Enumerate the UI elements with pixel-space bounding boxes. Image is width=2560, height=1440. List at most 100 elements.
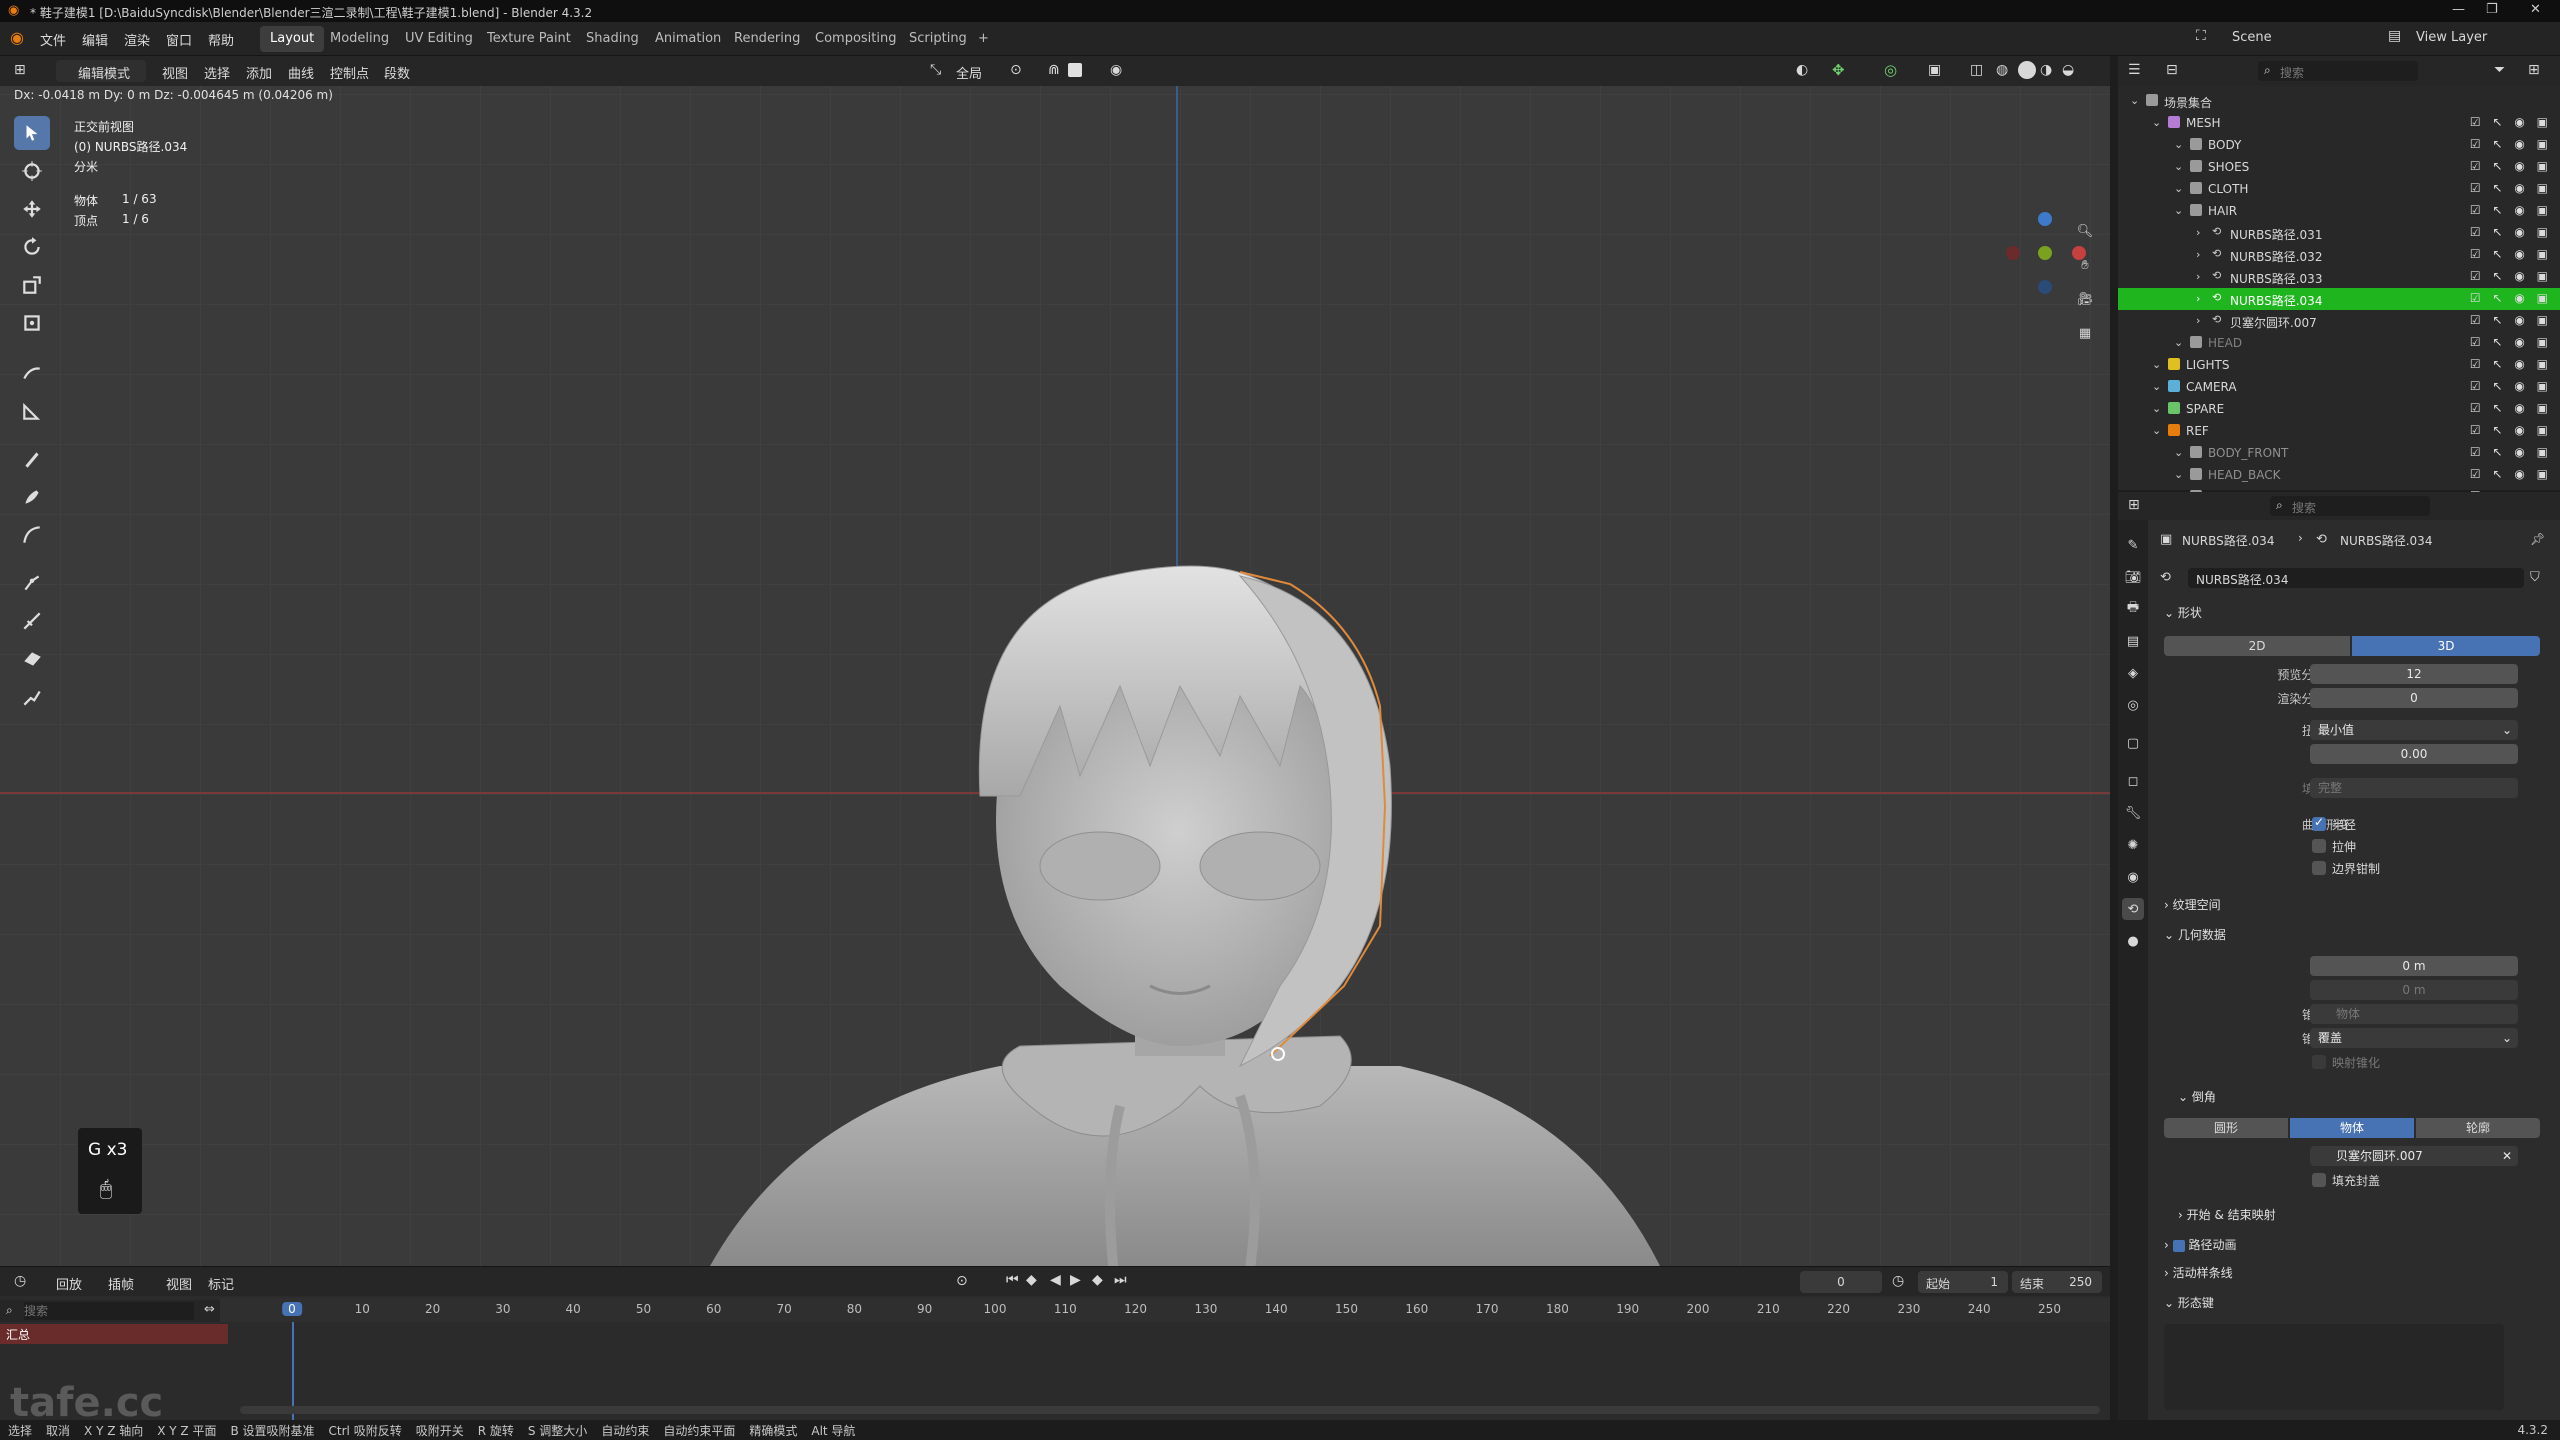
render-resolution-field[interactable]: 0 bbox=[2310, 688, 2518, 708]
outliner-row[interactable]: ⌄ BODY ☑ ↖ ◉ ▣ bbox=[2118, 134, 2560, 156]
outliner-row[interactable]: ⌄ REF ☑ ↖ ◉ ▣ bbox=[2118, 420, 2560, 442]
active-spline-panel-header[interactable]: › 活动样条线 bbox=[2164, 1264, 2233, 1281]
menu-add[interactable]: 添加 bbox=[246, 63, 272, 82]
outliner-row[interactable]: › ⟲ NURBS路径.032 ☑ ↖ ◉ ▣ bbox=[2118, 244, 2560, 266]
outliner-row[interactable]: ⌄ LIGHTS ☑ ↖ ◉ ▣ bbox=[2118, 354, 2560, 376]
move-tool-icon[interactable] bbox=[14, 192, 50, 226]
datablock-field[interactable]: NURBS路径.034 bbox=[2188, 568, 2524, 588]
rotate-tool-icon[interactable] bbox=[14, 230, 50, 264]
outliner-row[interactable]: › ⟲ NURBS路径.033 ☑ ↖ ◉ ▣ bbox=[2118, 266, 2560, 288]
tab-rendering[interactable]: Rendering bbox=[724, 26, 810, 52]
twist-method-select[interactable]: 最小值 ⌄ bbox=[2310, 720, 2518, 740]
offset-field[interactable]: 0 m bbox=[2310, 956, 2518, 976]
outliner-row[interactable]: ⌄ SHOES ☑ ↖ ◉ ▣ bbox=[2118, 156, 2560, 178]
fill-mode-select[interactable]: 完整 bbox=[2310, 778, 2518, 798]
ortho-grid-icon[interactable]: ▦ bbox=[2070, 318, 2100, 348]
properties-search[interactable]: ⌕ 搜索 bbox=[2270, 496, 2430, 516]
mesh-edit-overlay-icon[interactable]: ▣ bbox=[1928, 62, 1941, 78]
cursor-tool-icon[interactable] bbox=[14, 154, 50, 188]
dimension-2d-button[interactable]: 2D bbox=[2164, 636, 2350, 656]
bevel-object-button[interactable]: 物体 bbox=[2290, 1118, 2414, 1138]
display-mode-icon[interactable]: ⊟ bbox=[2166, 62, 2178, 78]
expand-chevron-icon[interactable]: ⌄ bbox=[2174, 468, 2183, 481]
menu-curve[interactable]: 曲线 bbox=[288, 63, 314, 82]
visibility-toggles-icon[interactable]: ☑ ↖ ◉ ▣ bbox=[2470, 137, 2552, 151]
visibility-icon[interactable]: ◐ bbox=[1796, 62, 1808, 78]
start-frame-field[interactable]: 起始 1 bbox=[1918, 1271, 2008, 1293]
maximize-icon[interactable]: ❐ bbox=[2486, 2, 2498, 17]
expand-chevron-icon[interactable]: ⌄ bbox=[2174, 446, 2183, 459]
outliner-row[interactable]: ⌄ CLOTH ☑ ↖ ◉ ▣ bbox=[2118, 178, 2560, 200]
visibility-toggles-icon[interactable]: ☑ ↖ ◉ ▣ bbox=[2470, 423, 2552, 437]
mode-selector[interactable]: 编辑模式 bbox=[78, 63, 130, 82]
bevel-object-field[interactable]: 贝塞尔圆环.007 ✕ bbox=[2310, 1146, 2518, 1166]
expand-chevron-icon[interactable]: › bbox=[2196, 248, 2200, 261]
pen-tool-icon[interactable] bbox=[14, 480, 50, 514]
menu-render[interactable]: 渲染 bbox=[124, 30, 150, 49]
tilt-tool-icon[interactable] bbox=[14, 642, 50, 676]
outliner-row[interactable]: ⌄ 场景集合 bbox=[2118, 90, 2560, 112]
shape-keys-panel-header[interactable]: ⌄ 形态键 bbox=[2164, 1294, 2214, 1311]
menu-window[interactable]: 窗口 bbox=[166, 30, 192, 49]
bevel-panel-header[interactable]: ⌄ 倒角 bbox=[2178, 1088, 2216, 1105]
deform-clamp-checkbox[interactable] bbox=[2312, 861, 2326, 875]
extrude-field[interactable]: 0 m bbox=[2310, 980, 2518, 1000]
visibility-toggles-icon[interactable]: ☑ ↖ ◉ ▣ bbox=[2470, 115, 2552, 129]
visibility-toggles-icon[interactable]: ☑ ↖ ◉ ▣ bbox=[2470, 247, 2552, 261]
outliner-row[interactable]: › ⟲ 贝塞尔圆环.007 ☑ ↖ ◉ ▣ bbox=[2118, 310, 2560, 332]
tool-tab-icon[interactable]: ✎ bbox=[2122, 534, 2144, 556]
expand-chevron-icon[interactable]: ⌄ bbox=[2174, 204, 2183, 217]
path-animation-panel-header[interactable]: › 路径动画 bbox=[2164, 1236, 2236, 1253]
menu-select[interactable]: 选择 bbox=[204, 63, 230, 82]
tab-texture-paint[interactable]: Texture Paint bbox=[477, 26, 581, 52]
shape-panel-header[interactable]: ⌄ 形状 bbox=[2164, 604, 2202, 621]
expand-chevron-icon[interactable]: ⌄ bbox=[2152, 424, 2161, 437]
visibility-toggles-icon[interactable]: ☑ ↖ ◉ ▣ bbox=[2470, 269, 2552, 283]
outliner-row[interactable]: ⌄ HAIR ☑ ↖ ◉ ▣ bbox=[2118, 200, 2560, 222]
view-layer-tab-icon[interactable]: ▤ bbox=[2122, 630, 2144, 652]
expand-chevron-icon[interactable]: ⌄ bbox=[2174, 138, 2183, 151]
outliner-row[interactable]: ⌄ HEAD_BACK ☑ ↖ ◉ ▣ bbox=[2118, 464, 2560, 486]
outliner-row[interactable]: ⌄ CAMERA ☑ ↖ ◉ ▣ bbox=[2118, 376, 2560, 398]
visibility-toggles-icon[interactable]: ☑ ↖ ◉ ▣ bbox=[2470, 313, 2552, 327]
transform-orientation-selector[interactable]: 全局 bbox=[956, 63, 982, 82]
taper-object-field[interactable]: 物体 bbox=[2310, 1004, 2518, 1024]
collection-tab-icon[interactable]: ▢ bbox=[2122, 732, 2144, 754]
3d-viewport[interactable]: 正交前视图 (0) NURBS路径.034 分米 物体 1 / 63 顶点 1 … bbox=[0, 86, 2110, 1266]
expand-chevron-icon[interactable]: ⌄ bbox=[2174, 160, 2183, 173]
visibility-toggles-icon[interactable]: ☑ ↖ ◉ ▣ bbox=[2470, 291, 2552, 305]
visibility-toggles-icon[interactable]: ☑ ↖ ◉ ▣ bbox=[2470, 357, 2552, 371]
map-taper-checkbox[interactable] bbox=[2312, 1055, 2326, 1069]
new-collection-icon[interactable]: ⊞ bbox=[2528, 62, 2540, 78]
record-icon[interactable]: ⊙ bbox=[956, 1273, 968, 1289]
fill-caps-checkbox[interactable] bbox=[2312, 1173, 2326, 1187]
material-shading-icon[interactable]: ◑ bbox=[2040, 62, 2052, 78]
outliner-editor-icon[interactable]: ☰ bbox=[2128, 62, 2141, 78]
radius-tool-icon[interactable] bbox=[14, 604, 50, 638]
end-frame-field[interactable]: 结束 250 bbox=[2012, 1271, 2102, 1293]
snap-icon[interactable]: ⋒ bbox=[1048, 62, 1060, 78]
zoom-icon[interactable]: 🔍︎ bbox=[2070, 216, 2100, 246]
outliner-row[interactable]: ⌄ SPARE ☑ ↖ ◉ ▣ bbox=[2118, 398, 2560, 420]
expand-chevron-icon[interactable]: › bbox=[2196, 226, 2200, 239]
output-tab-icon[interactable]: 🖶︎ bbox=[2122, 598, 2144, 620]
pivot-icon[interactable]: ⊙ bbox=[1010, 62, 1022, 78]
visibility-toggles-icon[interactable]: ☑ ↖ ◉ ▣ bbox=[2470, 445, 2552, 459]
particles-tab-icon[interactable]: ✺ bbox=[2122, 834, 2144, 856]
tab-compositing[interactable]: Compositing bbox=[805, 26, 907, 52]
curve-tool-icon[interactable] bbox=[14, 518, 50, 552]
physics-tab-icon[interactable]: ◉ bbox=[2122, 866, 2144, 888]
jump-start-icon[interactable]: ⏮ bbox=[1006, 1272, 1019, 1288]
visibility-toggles-icon[interactable]: ☑ ↖ ◉ ▣ bbox=[2470, 225, 2552, 239]
draw-tool-icon[interactable] bbox=[14, 442, 50, 476]
expand-chevron-icon[interactable]: › bbox=[2196, 314, 2200, 327]
expand-chevron-icon[interactable]: ⌄ bbox=[2152, 358, 2161, 371]
close-icon[interactable]: ✕ bbox=[2530, 2, 2541, 17]
bevel-profile-button[interactable]: 轮廓 bbox=[2416, 1118, 2540, 1138]
wireframe-shading-icon[interactable]: ◍ bbox=[1996, 62, 2008, 78]
outliner-search[interactable]: ⌕ 搜索 bbox=[2258, 61, 2418, 81]
expand-chevron-icon[interactable]: ⌄ bbox=[2174, 336, 2183, 349]
menu-keying[interactable]: 插帧 bbox=[108, 1274, 134, 1293]
snap-target-icon[interactable] bbox=[1068, 63, 1082, 77]
expand-chevron-icon[interactable]: ⌄ bbox=[2152, 116, 2161, 129]
